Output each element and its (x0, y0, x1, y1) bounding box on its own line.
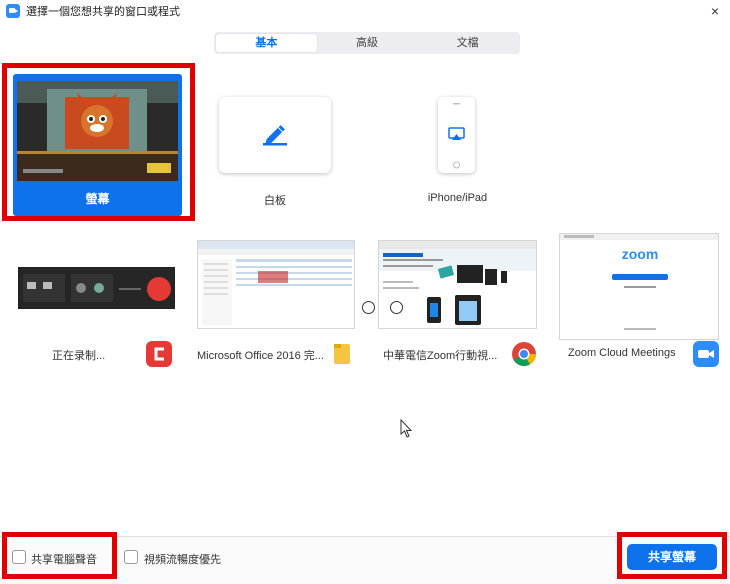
window-thumbnail-chrome[interactable] (378, 240, 537, 329)
radio-circle-right (390, 301, 403, 314)
airplay-icon (448, 103, 465, 169)
share-audio-label: 共享電腦聲音 (31, 554, 97, 566)
folder-icon (333, 341, 351, 367)
window-thumbnail-recorder[interactable] (18, 267, 175, 309)
camtasia-icon (146, 341, 172, 367)
radio-circle-left (362, 301, 375, 314)
iphone-ipad-tile[interactable] (438, 97, 475, 173)
window-label-zoom: Zoom Cloud Meetings (568, 347, 676, 359)
tab-advanced[interactable]: 高級 (317, 34, 418, 52)
share-audio-checkbox[interactable] (12, 550, 26, 564)
zoom-app-icon (6, 4, 20, 18)
window-thumbnail-zoom[interactable]: zoom (559, 233, 719, 340)
share-tabs: 基本 高級 文檔 (214, 32, 520, 54)
pencil-icon (263, 125, 287, 146)
share-screen-tile[interactable]: 螢幕 (13, 74, 182, 216)
tab-files[interactable]: 文檔 (417, 34, 518, 52)
window-label-chrome: 中華電信Zoom行動視... (383, 350, 498, 362)
whiteboard-tile[interactable] (219, 97, 331, 173)
screen-label: 螢幕 (85, 192, 110, 206)
chrome-icon (511, 341, 537, 367)
window-label-recorder: 正在录制... (52, 350, 106, 362)
screen-preview-thumbnail (17, 81, 178, 181)
share-screen-button[interactable]: 共享螢幕 (627, 544, 717, 570)
title-bar: 選擇一個您想共享的窗口或程式 × (0, 0, 730, 22)
whiteboard-label: 白板 (264, 195, 286, 207)
tab-basic[interactable]: 基本 (216, 34, 317, 52)
close-button[interactable]: × (704, 1, 726, 21)
mouse-cursor-icon (400, 418, 414, 444)
optimize-video-checkbox[interactable] (124, 550, 138, 564)
optimize-video-label: 視頻流暢度優先 (144, 554, 221, 566)
zoom-icon (693, 341, 719, 367)
window-thumbnail-office[interactable] (197, 240, 355, 329)
window-label-office: Microsoft Office 2016 完... (197, 350, 324, 362)
iphone-ipad-label: iPhone/iPad (427, 192, 488, 204)
window-title: 選擇一個您想共享的窗口或程式 (26, 6, 180, 18)
zoom-logo-text: zoom (621, 246, 659, 262)
